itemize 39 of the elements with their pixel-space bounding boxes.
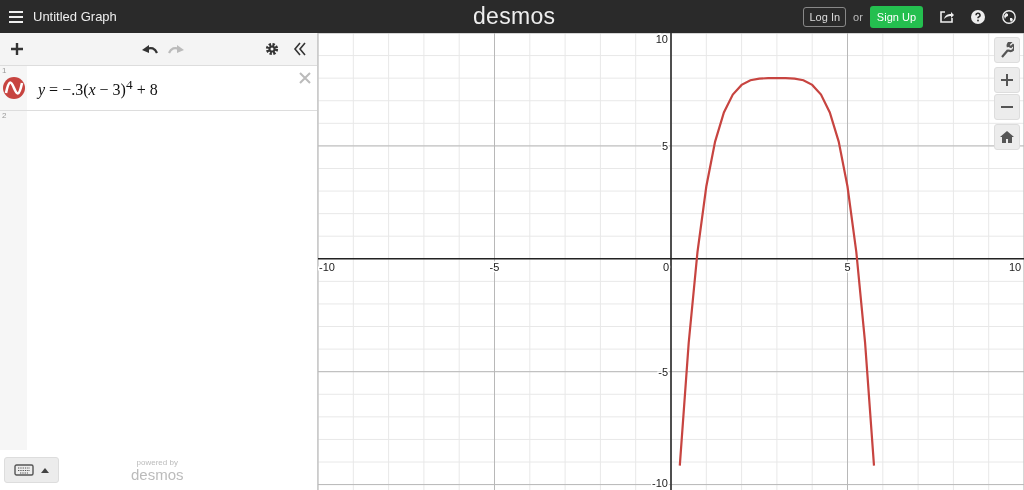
add-icon[interactable]	[10, 42, 24, 56]
settings-icon[interactable]	[265, 42, 279, 56]
default-zoom-button[interactable]	[994, 124, 1020, 150]
keyboard-toggle-button[interactable]	[4, 457, 59, 483]
zoom-out-button[interactable]	[994, 94, 1020, 120]
home-icon	[1000, 131, 1014, 143]
x-tick-label: 0	[662, 260, 670, 273]
x-tick-label: -10	[319, 260, 335, 273]
globe-icon[interactable]	[1002, 9, 1016, 24]
expression-number: 2	[2, 111, 7, 120]
log-in-button[interactable]: Log In	[803, 6, 847, 27]
share-icon[interactable]	[940, 10, 954, 23]
y-tick-label: -10	[652, 477, 668, 489]
minus-icon	[1001, 106, 1013, 108]
graph-title: Untitled Graph	[33, 9, 117, 24]
graph-color-icon[interactable]	[2, 77, 25, 99]
menu-icon[interactable]	[9, 10, 23, 23]
plus-icon	[1001, 74, 1013, 86]
collapse-icon[interactable]	[293, 42, 307, 56]
or-text: or	[853, 10, 863, 23]
expression-number: 1	[2, 66, 7, 75]
help-icon[interactable]	[971, 9, 985, 24]
y-tick-label: 5	[661, 139, 668, 152]
keyboard-icon	[14, 464, 34, 476]
x-tick-label: -5	[489, 260, 500, 273]
undo-icon[interactable]	[141, 44, 158, 54]
wrench-icon	[1000, 42, 1014, 58]
brand-text: desmos	[131, 466, 184, 482]
expression-formula[interactable]: y = −.3(x − 3)$^{4}$ + 8	[38, 76, 158, 100]
x-tick-label: 10	[1008, 260, 1022, 273]
y-tick-label: 10	[655, 33, 668, 45]
x-tick-label: 5	[844, 260, 851, 273]
logo-text: desmos	[473, 3, 556, 30]
graph-settings-button[interactable]	[994, 37, 1020, 63]
zoom-in-button[interactable]	[994, 67, 1020, 93]
y-tick-label: -5	[658, 365, 668, 378]
powered-by-text: powered by	[136, 458, 178, 467]
graph-canvas[interactable]: -10 -5 0 5 10 -10 -5 5 10	[318, 33, 1024, 490]
caret-icon	[41, 467, 49, 473]
